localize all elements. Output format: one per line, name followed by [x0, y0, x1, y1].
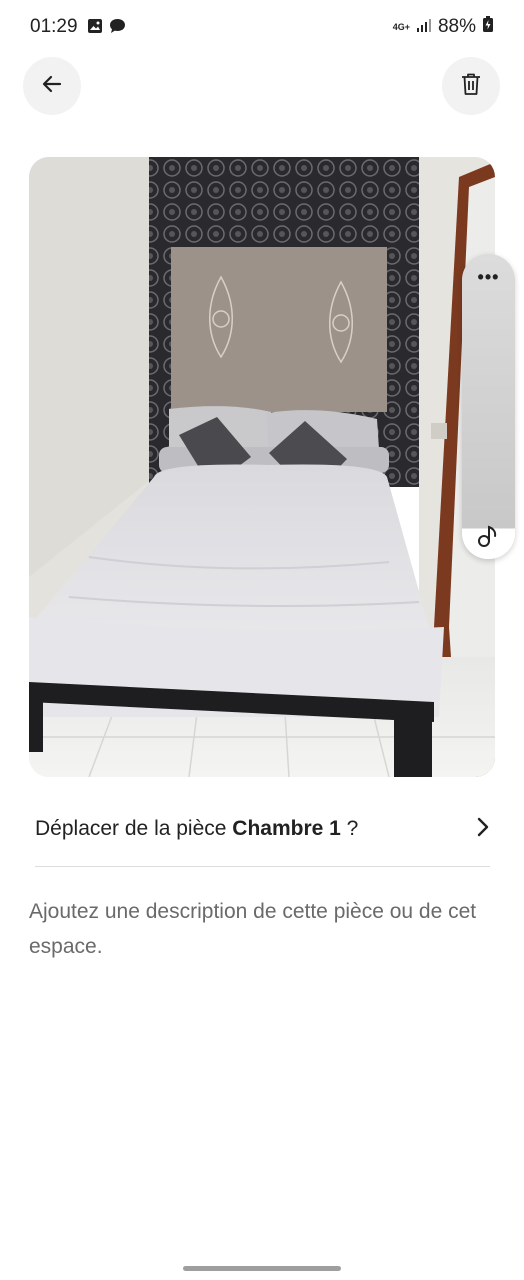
- status-bar: 01:29 4G+ 88%: [0, 0, 524, 56]
- more-icon[interactable]: •••: [462, 268, 515, 286]
- delete-photo-button[interactable]: [442, 57, 500, 115]
- move-room-prefix: Déplacer de la pièce: [35, 817, 233, 840]
- move-room-row[interactable]: Déplacer de la pièce Chambre 1 ?: [35, 806, 490, 852]
- description-input[interactable]: Ajoutez une description de cette pièce o…: [29, 894, 499, 964]
- home-indicator[interactable]: [183, 1266, 341, 1271]
- chat-notification-icon: [109, 18, 126, 39]
- chevron-right-icon: [476, 816, 490, 843]
- image-notification-icon: [87, 18, 103, 39]
- battery-percent: 88%: [437, 16, 476, 37]
- room-name: Chambre 1: [232, 817, 341, 840]
- back-button[interactable]: [23, 57, 81, 115]
- music-note-icon[interactable]: [477, 524, 499, 553]
- floating-side-panel[interactable]: •••: [462, 254, 515, 559]
- move-room-suffix: ?: [340, 817, 359, 840]
- trash-icon: [460, 72, 482, 101]
- move-room-label: Déplacer de la pièce Chambre 1 ?: [35, 817, 358, 841]
- status-time: 01:29: [30, 16, 78, 37]
- battery-icon: [482, 16, 494, 38]
- divider: [35, 866, 490, 867]
- bedroom-photo[interactable]: [29, 157, 495, 777]
- arrow-left-icon: [40, 72, 64, 101]
- network-type-label: 4G+: [392, 21, 410, 32]
- signal-icon: [416, 16, 432, 38]
